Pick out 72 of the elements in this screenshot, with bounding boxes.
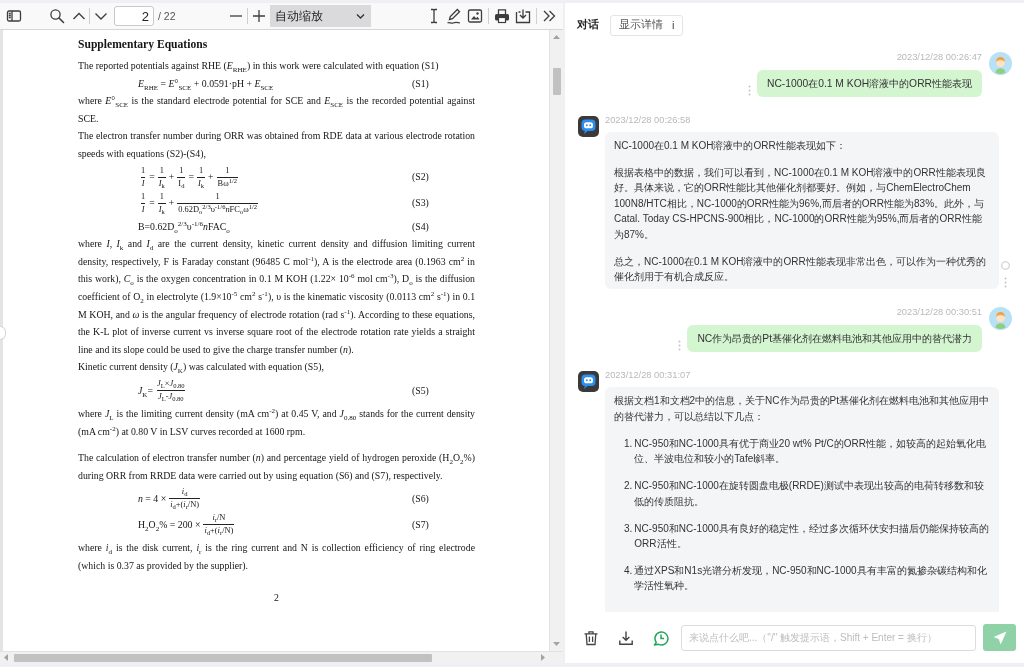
paragraph: The reported potentials against RHE (E$_{RHE}$) in this work were calculated with equation (S1) xyxy=(78,59,440,75)
left-arrow-icon[interactable] xyxy=(4,654,8,661)
equation: n = 4 × i$_{d}$ i$_{d}$+(i$_{r}$/N) xyxy=(138,487,202,511)
list-item-text: NC-950和NC-1000在旋转圆盘电极(RRDE)测试中表现出较高的电荷转移数和较低的传质阻抗。 xyxy=(634,479,985,509)
down-arrow-icon[interactable] xyxy=(553,642,560,646)
paragraph: The electron transfer number during ORR was obtained from RDE data at various electrode rotation speeds with equations (S2)-(S4), xyxy=(78,129,475,161)
send-button[interactable] xyxy=(983,624,1016,651)
chat-bot-icon xyxy=(578,116,599,137)
equation: J$_{K}$= J$_{L}$×J$_{0.80}$ J$_{L}$-J$_{0.80}$ xyxy=(138,378,186,402)
user-avatar-icon xyxy=(989,307,1012,331)
caret-icon xyxy=(355,13,365,19)
list-item-text: 通过XPS和N1s光谱分析发现，NC-950和NC-1000具有丰富的氮掺杂碳结构和化学活性氧种。 xyxy=(634,564,988,594)
timestamp: 2023/12/28 00:31:07 xyxy=(605,369,692,383)
message-text: 总之，NC-1000在0.1 M KOH溶液中的ORR性能表现非常出色，可以作为一种优秀的催化剂用于有机合成反应。 xyxy=(614,254,987,285)
message-text: 根据文档1和文档2中的信息，关于NC作为昂贵的Pt基催化剂在燃料电池和其他应用中的替代潜力，可以总结以下几点： xyxy=(614,394,990,424)
download-icon[interactable] xyxy=(514,8,531,24)
list-number: 3. xyxy=(624,521,634,536)
page-number-field[interactable]: 2 xyxy=(114,6,154,26)
message-text: NC-1000在0.1 M KOH溶液中的ORR性能表现 xyxy=(767,77,972,91)
equation-number: (S4) xyxy=(412,219,429,234)
message-text: 根据表格中的数据，我们可以看到，NC-1000在0.1 M KOH溶液中的ORR性能表现良好。具体来说，它的ORR性能比其他催化剂都要好。例如，与ChemElectroChem 100N8/HTC相比，NC-1000的ORR性能为96%,而后者的ORR性能为83%。此外，与Catal. Today CS-HPCNS-900相比，NC-1000的ORR性能为95%,而后者的ORR性能为87%。 xyxy=(614,166,987,242)
list-item-text: NC-950和NC-1000具有良好的稳定性，经过多次循环伏安扫描后仍能保持较高的ORR活性。 xyxy=(634,521,990,552)
paragraph: where J$_{L}$ is the limiting current density (mA cm$^{-2}$) at 0.45 V, and J$_{0.80}$ stands for the current density (mA cm$^{-2}$) at 0.80 V in LSV curves recorded at 1600 rpm. xyxy=(78,405,475,439)
equation-number: (S7) xyxy=(412,518,429,532)
timestamp: 2023/12/28 00:30:51 xyxy=(896,306,982,320)
equation: H$_{2}$O$_{2}$% = 200 × i$_{r}$/N i$_{d}$+(i$_{r}$/N) xyxy=(138,513,236,537)
equation-number: (S3) xyxy=(412,196,429,211)
send-icon xyxy=(992,630,1007,645)
panel-title: 对话 xyxy=(577,18,599,32)
pen-icon[interactable] xyxy=(445,8,462,24)
plus-icon[interactable] xyxy=(250,8,267,24)
scrollbar-thumb[interactable] xyxy=(14,653,432,662)
equation-number: (S6) xyxy=(412,492,429,506)
paragraph: The calculation of electron transfer number (n) and percentage yield of hydrogen peroxide (H$_{2}$O$_{2}$%) during ORR from RRDE data were carried out by using equation (S6) and (S7), respectively. xyxy=(78,451,475,483)
equation-number: (S2) xyxy=(412,170,429,185)
message-text: NC作为昂贵的Pt基催化剂在燃料电池和其他应用中的替代潜力 xyxy=(697,332,972,347)
equation-number: (S1) xyxy=(412,76,429,91)
list-number: 4. xyxy=(624,564,634,579)
zoom-select[interactable]: 自动缩放 xyxy=(269,5,371,27)
chat-bot-icon xyxy=(578,371,599,393)
page-number: 2 xyxy=(273,591,280,606)
download-icon[interactable] xyxy=(618,629,634,646)
search-icon[interactable] xyxy=(49,8,65,24)
list-item-text: NC-950和NC-1000具有优于商业20 wt% Pt/C的ORR性能，如较高的起始氧化电位、半波电位和较小的Tafel斜率。 xyxy=(634,436,988,467)
right-arrow-icon[interactable] xyxy=(541,654,545,661)
section-heading: Supplementary Equations xyxy=(78,37,209,53)
paragraph: where i$_{d}$ is the disk current, i$_{r}$ is the ring current and N is collection efficiency of ring electrode (which is 0.37 as provided by the supplier). xyxy=(78,541,475,573)
list-number: 2. xyxy=(624,479,634,494)
user-avatar-icon xyxy=(989,52,1012,75)
trash-icon[interactable] xyxy=(583,629,599,646)
message-text: NC-1000在0.1 M KOH溶液中的ORR性能表现如下： xyxy=(614,139,847,153)
horizontal-scrollbar[interactable] xyxy=(0,651,563,663)
equation: E$_{RHE}$ = E°$_{SCE}$ + 0.0591·pH + E$_{SCE}$ xyxy=(138,76,275,93)
paragraph: where I, I$_{k}$ and I$_{d}$ are the current density, kinetic current density and diffusion limiting current density, respectively, F is Faraday constant (96485 C mol$^{-1}$), A is the electrode area (0.1963 cm$^{2}$ in this work), C$_{o}$ is the oxygen concentration in 0.1 M KOH (1.22× 10$^{-6}$ mol cm$^{-3}$), D$_{o}$ is the diffusion coefficient of O$_{2}$ in electrolyte (1.9×10$^{-5}$ cm$^{2}$ s$^{-1}$), υ is the kinematic viscosity (0.0113 cm$^{2}$ s$^{-1}$) in 0.1 M KOH, and ω is the angular frequency of electrode rotation (rad s$^{-1}$). According to these equations, the K-L plot of inverse current vs inverse square root of the electrode rotation rate yields a straight line and its slope could be used to give the charge transfer number (n). xyxy=(78,237,475,357)
page-count: / 22 xyxy=(158,10,176,22)
paragraph: Kinetic current density (J$_{K}$) was calculated with equation (S5), xyxy=(78,360,325,376)
paragraph: where E°$_{SCE}$ is the standard electrode potential for SCE and E$_{SCE}$ is the recorded potential against SCE. xyxy=(78,94,475,126)
list-number: 1. xyxy=(624,436,634,451)
equation: B=0.62D$_{o}$$^{2/3}$υ$^{-1/6}$nFAC$_{o}$ xyxy=(138,218,231,236)
scrollbar-thumb[interactable] xyxy=(552,68,561,95)
printer-icon[interactable] xyxy=(493,8,510,24)
timestamp: 2023/12/28 00:26:47 xyxy=(896,51,982,64)
image-icon[interactable] xyxy=(466,8,483,24)
timestamp: 2023/12/28 00:26:58 xyxy=(605,114,692,127)
equation-number: (S5) xyxy=(412,383,429,398)
info-icon: i xyxy=(672,19,675,31)
vertical-scrollbar[interactable] xyxy=(549,30,563,651)
panel-handle[interactable] xyxy=(0,326,6,340)
chat-clock-icon[interactable] xyxy=(653,629,669,646)
show-details-button[interactable]: 显示详情 i xyxy=(610,14,684,36)
up-arrow-icon[interactable] xyxy=(553,35,560,39)
sidebar-toggle-icon[interactable] xyxy=(6,8,22,24)
